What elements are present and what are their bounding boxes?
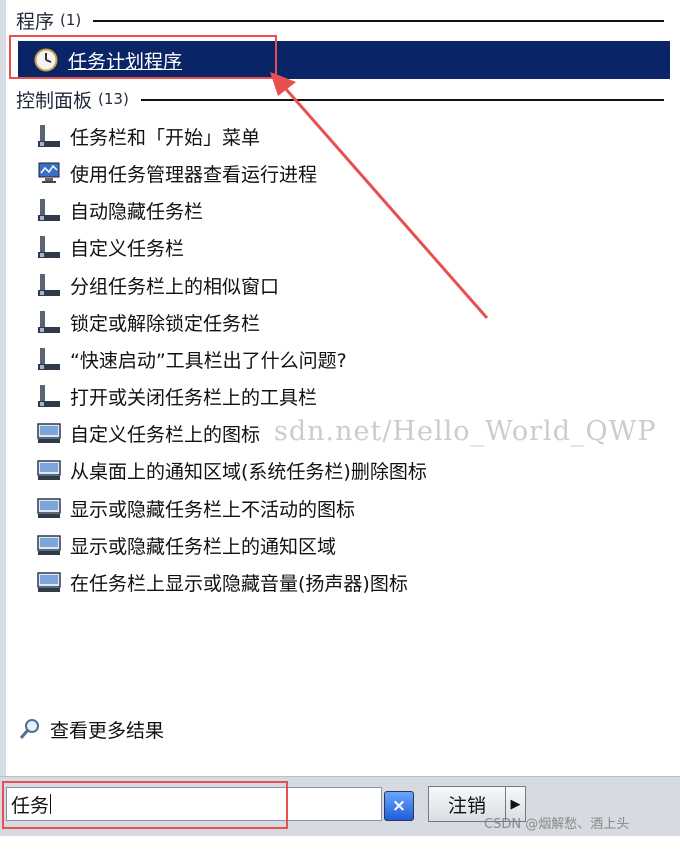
search-results-pane: 程序 (1) 任务计划程序 控制面板 (13) 任务栏和「开始」菜单 使用任务管理… — [6, 0, 680, 776]
annotation-highlight-input — [2, 781, 288, 829]
taskbar-icon-wrapper — [36, 383, 70, 409]
see-more-results-link[interactable]: 查看更多结果 — [18, 712, 164, 746]
control-panel-item[interactable]: 任务栏和「开始」菜单 — [36, 119, 260, 153]
taskbar-icon — [38, 125, 60, 147]
control-panel-item-label: 自动隐藏任务栏 — [70, 200, 204, 223]
control-panel-item-label: 使用任务管理器查看运行进程 — [70, 163, 318, 186]
taskbar-icon — [38, 348, 60, 370]
control-panel-item[interactable]: 自定义任务栏 — [36, 230, 184, 264]
taskbar-icon-wrapper — [36, 272, 70, 298]
control-panel-item[interactable]: 在任务栏上显示或隐藏音量(扬声器)图标 — [36, 565, 408, 599]
task-manager-icon-wrapper — [36, 160, 70, 186]
taskbar-icon — [38, 199, 60, 221]
taskbar-icon-wrapper — [36, 123, 70, 149]
taskbar-icon — [38, 311, 60, 333]
notification-icon-wrapper — [36, 495, 70, 521]
magnifier-icon — [19, 719, 39, 739]
control-panel-item-label: 分组任务栏上的相似窗口 — [70, 275, 280, 298]
control-panel-item-label: 显示或隐藏任务栏上不活动的图标 — [70, 498, 356, 521]
notification-icon-wrapper — [36, 532, 70, 558]
control-panel-header: 控制面板 (13) — [16, 86, 664, 112]
notification-icon — [37, 535, 61, 555]
control-panel-item[interactable]: 自定义任务栏上的图标 — [36, 416, 260, 450]
control-panel-item[interactable]: 分组任务栏上的相似窗口 — [36, 268, 279, 302]
see-more-label: 查看更多结果 — [50, 719, 165, 742]
control-panel-divider — [140, 99, 664, 101]
control-panel-title: 控制面板 — [16, 89, 93, 112]
notification-icon-wrapper — [36, 569, 70, 595]
control-panel-item[interactable]: 显示或隐藏任务栏上的通知区域 — [36, 528, 336, 562]
notification-icon — [37, 498, 61, 518]
programs-title: 程序 — [16, 10, 55, 33]
credit-text: CSDN @烟解愁、酒上头 — [484, 817, 630, 832]
notification-icon — [37, 423, 61, 443]
task-manager-icon — [38, 162, 60, 183]
control-panel-item-label: 自定义任务栏上的图标 — [70, 423, 261, 446]
control-panel-item-label: 打开或关闭任务栏上的工具栏 — [70, 386, 318, 409]
control-panel-item-label: 锁定或解除锁定任务栏 — [70, 312, 261, 335]
watermark: sdn.net/Hello_World_QWP — [274, 416, 657, 447]
control-panel-item-label: 从桌面上的通知区域(系统任务栏)删除图标 — [70, 460, 427, 483]
notification-icon-wrapper — [36, 457, 70, 483]
control-panel-item-label: 显示或隐藏任务栏上的通知区域 — [70, 535, 337, 558]
programs-divider — [93, 20, 664, 22]
programs-header: 程序 (1) — [16, 7, 664, 33]
control-panel-count: (13) — [98, 90, 129, 108]
control-panel-item-label: 在任务栏上显示或隐藏音量(扬声器)图标 — [70, 572, 408, 595]
taskbar-icon-wrapper — [36, 234, 70, 260]
control-panel-item[interactable]: 自动隐藏任务栏 — [36, 193, 203, 227]
taskbar-icon — [38, 274, 60, 296]
notification-icon — [37, 572, 61, 592]
control-panel-item-label: 任务栏和「开始」菜单 — [70, 126, 261, 149]
control-panel-item[interactable]: 锁定或解除锁定任务栏 — [36, 305, 260, 339]
taskbar-icon — [38, 385, 60, 407]
notification-icon — [37, 460, 61, 480]
taskbar-icon-wrapper — [36, 346, 70, 372]
control-panel-item[interactable]: 打开或关闭任务栏上的工具栏 — [36, 379, 317, 413]
clear-search-button[interactable]: × — [384, 791, 414, 821]
control-panel-item-label: “快速启动”工具栏出了什么问题? — [70, 349, 347, 372]
control-panel-item-label: 自定义任务栏 — [70, 237, 185, 260]
control-panel-item[interactable]: “快速启动”工具栏出了什么问题? — [36, 342, 347, 376]
taskbar-icon-wrapper — [36, 197, 70, 223]
lower-strip — [0, 836, 680, 865]
taskbar-icon-wrapper — [36, 309, 70, 335]
taskbar-icon — [38, 236, 60, 258]
control-panel-item[interactable]: 显示或隐藏任务栏上不活动的图标 — [36, 491, 355, 525]
programs-count: (1) — [60, 11, 82, 29]
annotation-highlight-program — [9, 35, 277, 79]
control-panel-item[interactable]: 从桌面上的通知区域(系统任务栏)删除图标 — [36, 453, 427, 487]
notification-icon-wrapper — [36, 420, 70, 446]
control-panel-item[interactable]: 使用任务管理器查看运行进程 — [36, 156, 317, 190]
